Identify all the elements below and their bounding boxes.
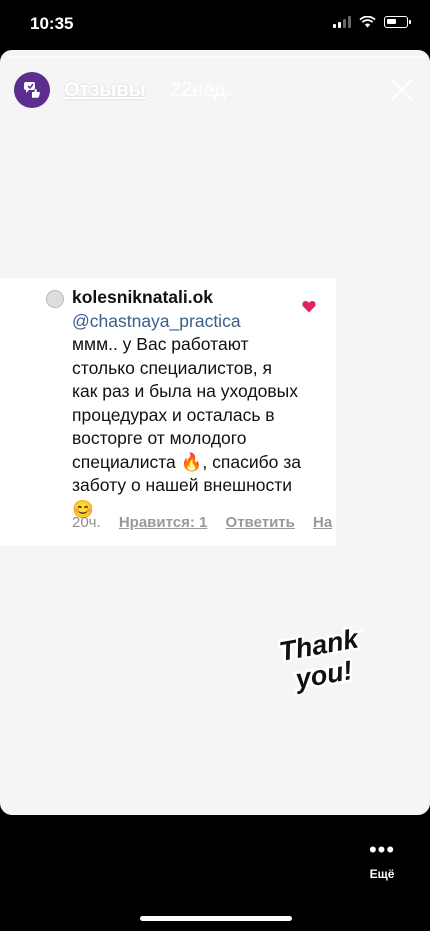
more-button[interactable]: ••• Ещё [362, 837, 402, 882]
status-bar: 10:35 [0, 0, 430, 48]
more-label: Ещё [369, 867, 395, 881]
comment-reply: Ответить [225, 514, 295, 531]
comment-text: ммм.. у Вас работают столько специалисто… [72, 334, 302, 519]
comment-mention: @chastnaya_practica [72, 310, 241, 331]
story-header: Отзывы 22нед. [0, 70, 430, 112]
story-view[interactable]: Отзывы 22нед. kolesniknatali.ok @chastna… [0, 50, 430, 815]
comment-likes: Нравится: 1 [118, 514, 208, 531]
account-avatar[interactable] [14, 72, 50, 108]
home-indicator[interactable] [140, 916, 292, 921]
commenter-avatar [46, 290, 64, 308]
thank-you-sticker: Thank you! [274, 622, 364, 694]
status-icons [333, 16, 411, 28]
comment-meta: 20ч. Нравится: 1 Ответить На [72, 514, 346, 531]
comment-body: kolesniknatali.ok @chastnaya_practica мм… [72, 286, 302, 521]
heart-icon [302, 300, 316, 313]
wifi-icon [359, 16, 376, 28]
battery-icon [384, 16, 411, 28]
comment-time: 20ч. [72, 514, 101, 531]
more-dots-icon: ••• [368, 837, 396, 862]
close-icon[interactable] [388, 76, 416, 104]
story-progress-bar [8, 56, 422, 58]
status-time: 10:35 [30, 14, 74, 33]
thumbs-up-chat-icon [24, 82, 40, 98]
comment-more: На [313, 514, 333, 531]
comment-screenshot: kolesniknatali.ok @chastnaya_practica мм… [0, 278, 336, 546]
comment-username: kolesniknatali.ok [72, 287, 214, 307]
story-age: 22нед. [170, 79, 232, 101]
account-name[interactable]: Отзывы [64, 79, 146, 102]
bottom-bar: ••• Ещё [0, 815, 430, 931]
signal-icon [333, 16, 351, 28]
